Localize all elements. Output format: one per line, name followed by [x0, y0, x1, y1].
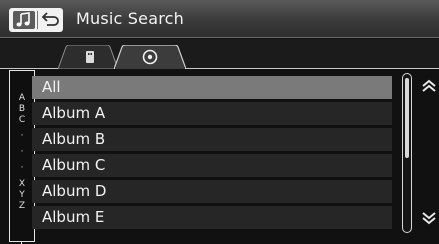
- index-separator: ·: [20, 163, 24, 173]
- source-tab-bar: [0, 39, 439, 69]
- list-item-label: Album D: [42, 182, 107, 200]
- index-letter[interactable]: C: [10, 115, 34, 125]
- list-item-label: Album C: [42, 156, 106, 174]
- list-item-label: Album A: [42, 104, 106, 122]
- scrollbar-track[interactable]: [402, 73, 412, 233]
- list-item[interactable]: Album E: [32, 206, 392, 229]
- page-title: Music Search: [76, 9, 184, 28]
- header-icon-group: [9, 8, 63, 32]
- list-item[interactable]: Album A: [32, 102, 392, 125]
- disc-icon: [142, 49, 158, 65]
- list-item-label: All: [42, 78, 61, 96]
- double-chevron-up-icon[interactable]: [420, 78, 438, 94]
- index-letter[interactable]: X: [10, 179, 34, 189]
- list-item[interactable]: Album D: [32, 180, 392, 203]
- list-item-label: Album E: [42, 208, 105, 226]
- index-separator: ·: [20, 131, 24, 141]
- tab-disc[interactable]: [114, 45, 186, 69]
- list-item[interactable]: Album C: [32, 154, 392, 177]
- list-item[interactable]: All: [32, 76, 392, 99]
- content-area: A B C · · · X Y Z All Album A Album B Al…: [0, 70, 439, 244]
- music-note-icon[interactable]: [12, 10, 36, 30]
- tab-usb[interactable]: [58, 45, 118, 69]
- index-separator: ·: [20, 147, 24, 157]
- scrollbar-thumb[interactable]: [405, 78, 409, 158]
- list-item-label: Album B: [42, 130, 106, 148]
- double-chevron-down-icon[interactable]: [420, 210, 438, 226]
- index-letter[interactable]: Z: [10, 201, 34, 211]
- header-icon-divider: [37, 11, 38, 29]
- list-item[interactable]: Album B: [32, 128, 392, 151]
- back-icon[interactable]: [40, 11, 60, 29]
- usb-icon: [86, 51, 94, 63]
- index-letter[interactable]: Y: [10, 190, 34, 200]
- header-bar: Music Search: [0, 0, 439, 38]
- music-search-screen: Music Search A B C · · · X Y Z All Album…: [0, 0, 439, 244]
- index-letter[interactable]: A: [10, 93, 34, 103]
- index-letter[interactable]: B: [10, 104, 34, 114]
